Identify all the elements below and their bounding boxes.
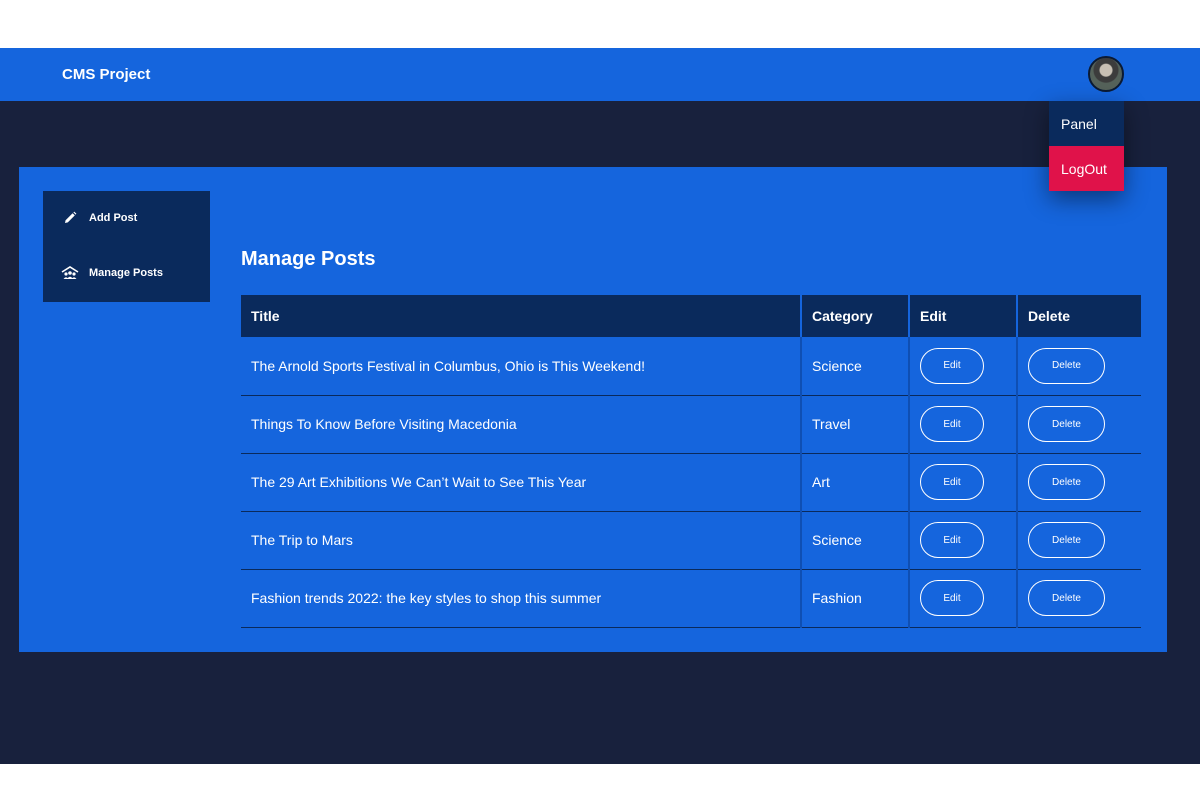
- post-title: The Trip to Mars: [241, 511, 802, 570]
- app-window: CMS Project Panel LogOut Add Post Manage…: [0, 48, 1200, 764]
- sidebar-item-add-post[interactable]: Add Post: [43, 203, 210, 233]
- content-card: Add Post Manage Posts Manage Posts Title…: [19, 167, 1167, 652]
- post-category: Fashion: [801, 569, 910, 628]
- delete-button[interactable]: Delete: [1028, 522, 1105, 558]
- menu-item-logout[interactable]: LogOut: [1049, 146, 1124, 191]
- delete-button[interactable]: Delete: [1028, 464, 1105, 500]
- edit-button[interactable]: Edit: [920, 406, 984, 442]
- user-dropdown-menu: Panel LogOut: [1049, 101, 1124, 191]
- post-category: Travel: [801, 395, 910, 454]
- brand-title[interactable]: CMS Project: [62, 66, 150, 83]
- table-row: The 29 Art Exhibitions We Can’t Wait to …: [241, 453, 1141, 512]
- table-header-row: Title Category Edit Delete: [241, 295, 1141, 337]
- sidebar-item-manage-posts[interactable]: Manage Posts: [43, 258, 210, 288]
- post-title: The 29 Art Exhibitions We Can’t Wait to …: [241, 453, 802, 512]
- post-category: Science: [801, 337, 910, 396]
- table-row: Fashion trends 2022: the key styles to s…: [241, 569, 1141, 628]
- posts-table: Title Category Edit Delete The Arnold Sp…: [241, 295, 1141, 628]
- post-title: Fashion trends 2022: the key styles to s…: [241, 569, 802, 628]
- post-category: Science: [801, 511, 910, 570]
- column-header-edit: Edit: [909, 295, 1018, 337]
- post-title: The Arnold Sports Festival in Columbus, …: [241, 337, 802, 396]
- page-title: Manage Posts: [241, 248, 376, 270]
- sidebar-item-label: Manage Posts: [89, 267, 163, 279]
- sidebar-item-label: Add Post: [89, 212, 138, 224]
- delete-button[interactable]: Delete: [1028, 580, 1105, 616]
- table-row: The Trip to Mars Science Edit Delete: [241, 511, 1141, 570]
- delete-button[interactable]: Delete: [1028, 347, 1105, 384]
- edit-button[interactable]: Edit: [920, 347, 984, 384]
- table-row: The Arnold Sports Festival in Columbus, …: [241, 337, 1141, 396]
- post-title: Things To Know Before Visiting Macedonia: [241, 395, 802, 454]
- pencil-icon: [61, 209, 79, 227]
- column-header-delete: Delete: [1017, 295, 1141, 337]
- edit-button[interactable]: Edit: [920, 580, 984, 616]
- column-header-category: Category: [801, 295, 910, 337]
- column-header-title: Title: [241, 295, 802, 337]
- menu-item-panel[interactable]: Panel: [1049, 101, 1124, 146]
- manage-posts-icon: [61, 264, 79, 282]
- navbar: CMS Project: [0, 48, 1200, 101]
- edit-button[interactable]: Edit: [920, 522, 984, 558]
- user-avatar-icon[interactable]: [1088, 56, 1124, 92]
- sidebar: Add Post Manage Posts: [43, 191, 210, 302]
- post-category: Art: [801, 453, 910, 512]
- delete-button[interactable]: Delete: [1028, 406, 1105, 442]
- edit-button[interactable]: Edit: [920, 464, 984, 500]
- table-row: Things To Know Before Visiting Macedonia…: [241, 395, 1141, 454]
